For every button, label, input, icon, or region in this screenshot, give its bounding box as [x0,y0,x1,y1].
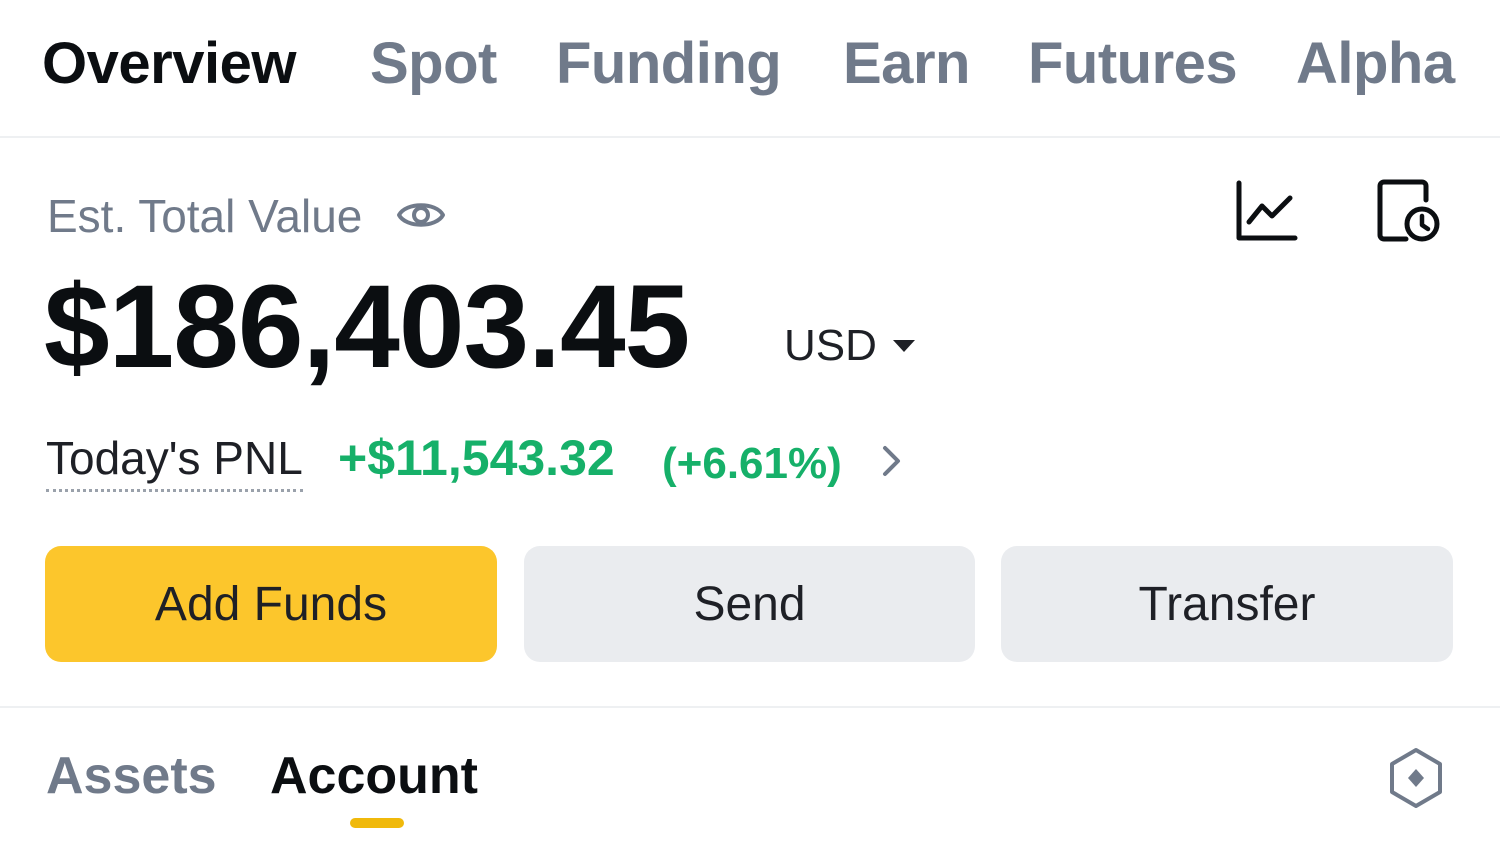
tab-assets[interactable]: Assets [46,744,217,808]
currency-label: USD [784,321,877,370]
total-balance: $186,403.45 [44,261,690,393]
chevron-right-icon[interactable] [876,442,906,480]
wallet-top-tabs: Overview Spot Funding Earn Futures Alpha [0,0,1500,138]
tab-alpha[interactable]: Alpha [1296,28,1455,100]
todays-pnl-label[interactable]: Today's PNL [46,430,303,492]
tab-funding[interactable]: Funding [556,28,782,100]
eye-icon[interactable] [396,196,446,234]
line-chart-icon[interactable] [1234,180,1298,242]
transfer-button[interactable]: Transfer [1001,546,1453,662]
wallet-overview-screen: Overview Spot Funding Earn Futures Alpha… [0,0,1500,844]
todays-pnl-value: +$11,543.32 [338,430,615,486]
est-total-value-label: Est. Total Value [47,190,363,242]
send-button[interactable]: Send [524,546,975,662]
todays-pnl-percent: (+6.61%) [662,439,842,488]
active-tab-underline [350,818,404,828]
hexagon-settings-icon[interactable] [1386,746,1446,810]
document-clock-icon[interactable] [1376,178,1442,244]
add-funds-button[interactable]: Add Funds [45,546,497,662]
section-divider [0,706,1500,708]
tab-account[interactable]: Account [270,744,478,808]
tab-futures[interactable]: Futures [1028,28,1238,100]
tab-earn[interactable]: Earn [843,28,970,100]
caret-down-icon [892,340,915,352]
tab-spot[interactable]: Spot [370,28,497,100]
currency-selector[interactable]: USD [784,316,917,376]
tab-overview[interactable]: Overview [42,28,296,100]
